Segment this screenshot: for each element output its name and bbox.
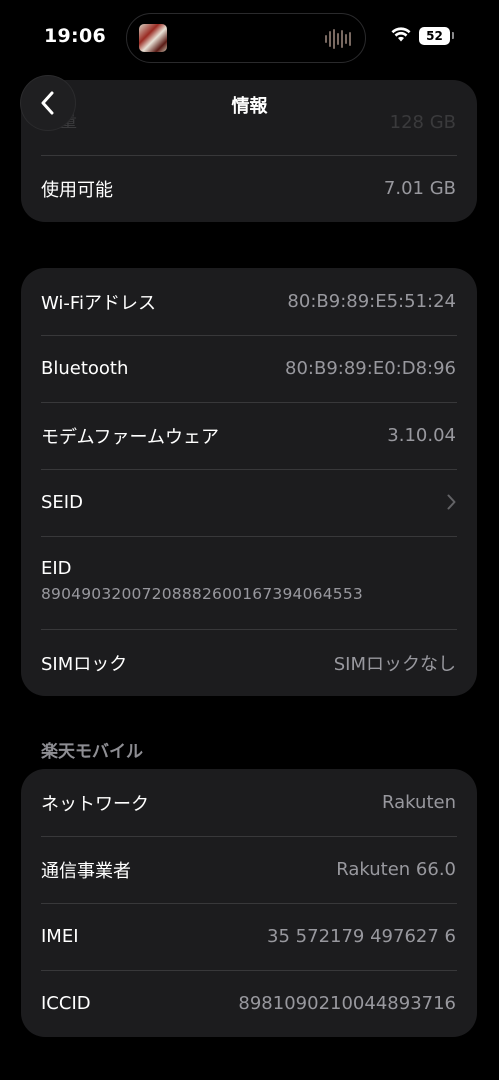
network-row: ネットワーク Rakuten — [21, 769, 477, 836]
available-row: 使用可能 7.01 GB — [21, 155, 477, 222]
sim-lock-value: SIMロックなし — [333, 653, 456, 675]
audio-waveform-icon — [325, 28, 353, 50]
iccid-row: ICCID 8981090210044893716 — [21, 970, 477, 1037]
bluetooth-label: Bluetooth — [41, 358, 129, 379]
sim-lock-label: SIMロック — [41, 653, 128, 675]
carrier-card: ネットワーク Rakuten 通信事業者 Rakuten 66.0 IMEI 3… — [21, 769, 477, 1037]
section-header-carrier: 楽天モバイル — [41, 742, 143, 762]
wifi-address-row: Wi-Fiアドレス 80:B9:89:E5:51:24 — [21, 268, 477, 335]
eid-row: EID 89049032007208882600167394064553 — [21, 536, 477, 629]
battery-nub — [452, 32, 454, 39]
wifi-address-label: Wi-Fiアドレス — [41, 292, 156, 314]
seid-row[interactable]: SEID — [21, 469, 477, 536]
seid-label: SEID — [41, 492, 83, 513]
eid-value[interactable]: 89049032007208882600167394064553 — [41, 585, 457, 603]
bluetooth-value[interactable]: 80:B9:89:E0:D8:96 — [285, 358, 456, 379]
battery-indicator: 52 — [419, 27, 450, 45]
back-button[interactable] — [21, 76, 75, 130]
device-info-card: Wi-Fiアドレス 80:B9:89:E5:51:24 Bluetooth 80… — [21, 268, 477, 696]
dynamic-island[interactable] — [126, 13, 366, 63]
imei-row: IMEI 35 572179 497627 6 — [21, 903, 477, 970]
chevron-left-icon — [41, 91, 54, 115]
carrier-label: 通信事業者 — [41, 860, 131, 882]
chevron-right-icon — [447, 491, 456, 515]
eid-label: EID — [41, 558, 72, 579]
status-bar: 19:06 52 — [0, 0, 499, 70]
network-label: ネットワーク — [41, 793, 149, 815]
modem-firmware-row: モデムファームウェア 3.10.04 — [21, 402, 477, 469]
network-value: Rakuten — [382, 792, 456, 813]
carrier-value[interactable]: Rakuten 66.0 — [336, 859, 456, 880]
modem-firmware-label: モデムファームウェア — [41, 426, 220, 448]
iccid-value[interactable]: 8981090210044893716 — [238, 993, 456, 1014]
sim-lock-row: SIMロック SIMロックなし — [21, 629, 477, 696]
now-playing-artwork — [139, 24, 167, 52]
carrier-row: 通信事業者 Rakuten 66.0 — [21, 836, 477, 903]
imei-label: IMEI — [41, 926, 79, 947]
wifi-address-value[interactable]: 80:B9:89:E5:51:24 — [287, 291, 456, 312]
wifi-icon — [391, 27, 411, 42]
bluetooth-row: Bluetooth 80:B9:89:E0:D8:96 — [21, 335, 477, 402]
modem-firmware-value[interactable]: 3.10.04 — [387, 425, 456, 446]
status-time: 19:06 — [44, 25, 106, 47]
imei-value[interactable]: 35 572179 497627 6 — [267, 926, 456, 947]
available-value: 7.01 GB — [383, 178, 456, 199]
iccid-label: ICCID — [41, 993, 91, 1014]
available-label: 使用可能 — [41, 179, 113, 201]
